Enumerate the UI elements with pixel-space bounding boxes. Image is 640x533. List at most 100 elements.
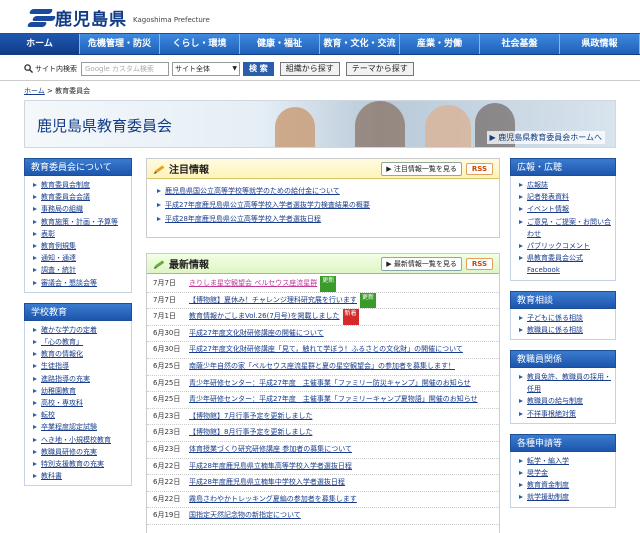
sidebar-list: 教育委員会制度 教育委員会会議 事務局の組織教育施策・計画・予算等 表彰教育例規集通知… xyxy=(24,176,132,293)
sidebar-section: 教育委員会について 教育委員会制度 教育委員会会議 事務局の組織 教育施策・計画・予算等… xyxy=(24,158,132,293)
nav-industry[interactable]: 産業・労働 xyxy=(400,34,480,54)
sidebar-item: 教員免許、教職員の採用・任用 xyxy=(511,371,615,395)
news-link[interactable]: 霧島さわやかトレッキング夏編の参加者を募集します xyxy=(189,492,357,508)
site-logo[interactable]: 鹿児島県 Kagoshima Prefecture xyxy=(26,5,210,30)
sidebar-item: 不祥事根絶対策 xyxy=(511,408,615,420)
sidebar-link[interactable]: ご意見・ご提案・お問い合わせ xyxy=(527,218,611,238)
sidebar-link[interactable]: 教育委員会会議 xyxy=(41,193,90,201)
sidebar-link[interactable]: 教育委員会制度 xyxy=(41,181,90,189)
sidebar-link[interactable]: 就学援助制度 xyxy=(527,493,569,501)
news-link[interactable]: 【博物館】7月行事予定を更新しました xyxy=(189,409,312,425)
sidebar-link[interactable]: 審議会・懇談会等 xyxy=(41,279,97,287)
sidebar-section: 学校教育 確かな学力の定着 「心の教育」 教育の情報化 生徒指導 進路指導の充実 幼稚園教育… xyxy=(24,302,132,487)
nav-disaster[interactable]: 危機管理・防災 xyxy=(80,34,160,54)
sidebar-link[interactable]: 教職員に係る相談 xyxy=(527,326,583,334)
sidebar-link[interactable]: 高校・専攻科 xyxy=(41,399,83,407)
sidebar-item: 教職員に係る相談 xyxy=(511,324,615,336)
notice-link[interactable]: 平成28年度鹿児島県公立高等学校入学者選抜日程 xyxy=(165,215,321,223)
sidebar-link[interactable]: 教員免許、教職員の採用・任用 xyxy=(527,373,611,393)
sidebar-link[interactable]: 記者発表資料 xyxy=(527,193,569,201)
sidebar-link[interactable]: 幼稚園教育 xyxy=(41,387,76,395)
sidebar-link[interactable]: 生徒指導 xyxy=(41,362,69,370)
sidebar-link[interactable]: 転校 xyxy=(41,411,55,419)
sidebar-item: 進路指導の充実 xyxy=(25,373,131,385)
sidebar-link[interactable]: 卒業程度認定試験 xyxy=(41,423,97,431)
sidebar-section: 教職員関係 教員免許、教職員の採用・任用 教職員の給与制度 不祥事根絶対策 xyxy=(510,350,616,424)
news-link[interactable]: 平成28年度鹿児島県立楠隼高等学校入学者選抜日程 xyxy=(189,459,352,475)
sidebar-list: 子どもに係る相談 教職員に係る相談 xyxy=(510,308,616,341)
sidebar-link[interactable]: 「心の教育」 xyxy=(41,338,83,346)
sidebar-link[interactable]: 通知・通達 xyxy=(41,254,76,262)
sidebar-list: 教員免許、教職員の採用・任用教職員の給与制度 不祥事根絶対策 xyxy=(510,368,616,424)
sidebar-link[interactable]: 教科書 xyxy=(41,472,62,480)
nav-education[interactable]: 教育・文化・交流 xyxy=(320,34,400,54)
sidebar-list: 広報誌記者発表資料 イベント情報ご意見・ご提案・お問い合わせパブリックコメント県教… xyxy=(510,176,616,281)
site-header: 鹿児島県 Kagoshima Prefecture xyxy=(0,0,640,32)
sidebar-link[interactable]: 教育の情報化 xyxy=(41,350,83,358)
sidebar-link[interactable]: 教育施策・計画・予算等 xyxy=(41,218,118,226)
sidebar-link[interactable]: 表彰 xyxy=(41,230,55,238)
sidebar-link[interactable]: 不祥事根絶対策 xyxy=(527,410,576,418)
search-input[interactable]: Google カスタム検索 xyxy=(81,61,169,76)
notice-more-button[interactable]: ▶ 注目情報一覧を見る xyxy=(381,161,462,176)
sidebar-link[interactable]: 転学・編入学 xyxy=(527,457,569,465)
sidebar-link[interactable]: イベント情報 xyxy=(527,205,569,213)
news-link[interactable]: 青少年研修センター：平成27年度 主催事業「ファミリーキャンプ夏物語」開催のお知… xyxy=(189,392,478,408)
search-scope-select[interactable]: サイト全体 xyxy=(172,61,240,76)
sidebar-link[interactable]: 事務局の組織 xyxy=(41,205,83,213)
sidebar-link[interactable]: へき地・小規模校教育 xyxy=(41,436,111,444)
sidebar-item: イベント情報 xyxy=(511,203,615,215)
sidebar-link[interactable]: 進路指導の充実 xyxy=(41,375,90,383)
page-banner: 鹿児島県教育委員会 ▶ 鹿児島県教育委員会ホームへ xyxy=(24,100,616,148)
news-date: 6月23日 xyxy=(153,411,181,420)
search-by-org-tab[interactable]: 組織から探す xyxy=(279,61,340,76)
nav-health[interactable]: 健康・福祉 xyxy=(240,34,320,54)
news-link[interactable]: 【博物館】夏休み！チャレンジ理科研究展を行います xyxy=(189,293,357,309)
nav-government[interactable]: 県政情報 xyxy=(560,34,640,54)
nav-living[interactable]: くらし・環境 xyxy=(160,34,240,54)
notice-link[interactable]: 平成27年度鹿児島県公立高等学校入学者選抜学力検査結果の概要 xyxy=(165,201,370,209)
news-link[interactable]: 国指定天然記念物の新指定について xyxy=(189,508,301,524)
news-row: 6月22日 平成28年度鹿児島県立楠隼高等学校入学者選抜日程 xyxy=(147,459,499,476)
news-badge: 新着 xyxy=(342,309,359,325)
news-link[interactable]: きりしま星空観望会 ペルセウス座流星群 xyxy=(189,276,317,292)
news-link[interactable]: 体育授業づくり研究研修講座 参加者の募集について xyxy=(189,442,352,458)
sidebar-item: 教育の情報化 xyxy=(25,348,131,360)
sidebar-link[interactable]: 確かな学力の定着 xyxy=(41,326,97,334)
sidebar-link[interactable]: 調査・統計 xyxy=(41,266,76,274)
news-date: 6月25日 xyxy=(153,378,181,387)
sidebar-link[interactable]: 奨学金 xyxy=(527,469,548,477)
notice-link[interactable]: 鹿児島県国公立高等学校等就学のための給付金について xyxy=(165,187,340,195)
notice-rss-button[interactable]: RSS xyxy=(465,162,493,175)
nav-infrastructure[interactable]: 社会基盤 xyxy=(480,34,560,54)
news-link[interactable]: 教育情報かごしまVol.26(7月号)を掲載しました xyxy=(189,309,340,325)
sidebar-link[interactable]: 教育例規集 xyxy=(41,242,76,250)
news-link[interactable]: 南薩少年自然の家「ペルセウス座流星群と夏の星空観望会」の参加者を募集します！ xyxy=(189,359,455,375)
left-sidebar: 教育委員会について 教育委員会制度 教育委員会会議 事務局の組織 教育施策・計画・予算等… xyxy=(24,158,132,487)
sidebar-link[interactable]: パブリックコメント xyxy=(527,242,590,250)
breadcrumb-home[interactable]: ホーム xyxy=(24,87,45,95)
nav-home[interactable]: ホーム xyxy=(0,34,80,54)
latest-rss-button[interactable]: RSS xyxy=(465,257,493,270)
sidebar-link[interactable]: 教職員研修の充実 xyxy=(41,448,97,456)
sidebar-section: 各種申請等 転学・編入学 奨学金 教育資金制度 就学援助制度 xyxy=(510,433,616,508)
latest-header: 最新情報 ▶ 最新情報一覧を見る RSS xyxy=(147,254,499,274)
right-sidebar: 広報・広聴 広報誌 記者発表資料 イベント情報 ご意見・ご提案・お問い合わせ パブリックコ… xyxy=(510,158,616,508)
sidebar-link[interactable]: 子どもに係る相談 xyxy=(527,314,583,322)
news-link[interactable]: 平成27年度文化財研修講座「見て，触れて学ぼう！ふるさとの文化財」の開催について xyxy=(189,342,463,358)
sidebar-link[interactable]: 県教育委員会公式Facebook xyxy=(527,254,583,274)
news-link[interactable]: 平成28年度鹿児島県立楠隼中学校入学者選抜日程 xyxy=(189,475,345,491)
latest-more-button[interactable]: ▶ 最新情報一覧を見る xyxy=(381,256,462,271)
news-link[interactable]: 【博物館】8月行事予定を更新しました xyxy=(189,425,312,441)
news-link[interactable]: 平成27年度文化財研修講座の開催について xyxy=(189,326,324,342)
sidebar-link[interactable]: 教育資金制度 xyxy=(527,481,569,489)
board-home-link[interactable]: ▶ 鹿児島県教育委員会ホームへ xyxy=(486,131,605,144)
news-link[interactable]: 青少年研修センター：平成27年度 主催事業「ファミリー防災キャンプ」開催のお知ら… xyxy=(189,376,471,392)
notice-item: 鹿児島県国公立高等学校等就学のための給付金について xyxy=(155,184,491,198)
sidebar-link[interactable]: 教職員の給与制度 xyxy=(527,397,583,405)
search-button[interactable]: 検 索 xyxy=(243,61,274,76)
news-date: 6月23日 xyxy=(153,444,181,453)
sidebar-link[interactable]: 特別支援教育の充実 xyxy=(41,460,104,468)
sidebar-link[interactable]: 広報誌 xyxy=(527,181,548,189)
search-by-theme-tab[interactable]: テーマから探す xyxy=(345,61,414,76)
